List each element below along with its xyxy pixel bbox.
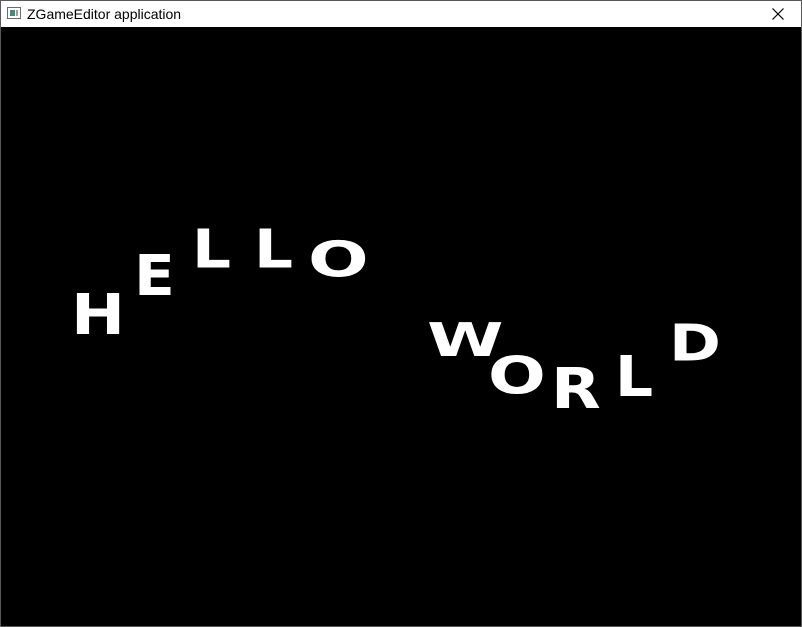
world-letter-r: R bbox=[551, 357, 601, 422]
hello-letter-o: O bbox=[308, 231, 369, 289]
application-window: ZGameEditor application H E L L O W O R … bbox=[0, 0, 802, 627]
app-window-icon[interactable] bbox=[7, 7, 21, 19]
window-title: ZGameEditor application bbox=[27, 6, 182, 22]
hello-letter-e: E bbox=[134, 244, 175, 309]
hello-letter-h: H bbox=[71, 283, 126, 348]
close-icon bbox=[772, 8, 784, 20]
game-canvas[interactable]: H E L L O W O R L D bbox=[1, 27, 801, 626]
world-letter-d: D bbox=[669, 314, 721, 374]
hello-letter-l: L bbox=[192, 219, 232, 281]
close-button[interactable] bbox=[755, 1, 801, 27]
hello-letter-l: L bbox=[254, 219, 294, 281]
world-letter-o: O bbox=[488, 346, 546, 407]
world-letter-l: L bbox=[615, 345, 654, 410]
title-bar[interactable]: ZGameEditor application bbox=[1, 1, 801, 27]
